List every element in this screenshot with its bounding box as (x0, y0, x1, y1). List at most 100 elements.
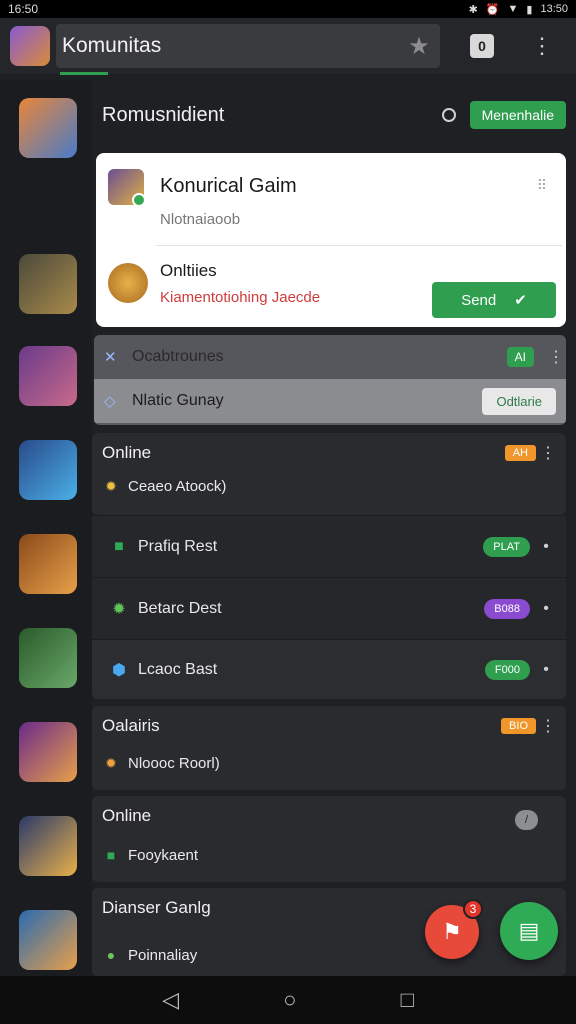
rail-server-4[interactable] (19, 440, 77, 500)
dot-icon[interactable]: • (542, 600, 550, 618)
rail-server-5[interactable] (19, 534, 77, 594)
group-row[interactable]: ✹ Ceaeo Atoock) (102, 477, 226, 495)
rail-server-2[interactable] (19, 254, 77, 314)
channel-row[interactable]: ◇ Nlatic Gunay Odtlarie (94, 379, 566, 423)
status-time: 16:50 (8, 2, 39, 16)
group-head: Online (102, 806, 152, 825)
item-pill: PLAT (483, 536, 530, 557)
main-panel: Romusnidient Menenhalie Konurical Gaim N… (92, 80, 576, 976)
list-item[interactable]: ■ Prafiq Rest PLAT • (92, 515, 566, 577)
community-card: Konurical Gaim Nlotnaiaoob ⠿ Onltiies Ki… (96, 153, 566, 327)
channel-label: Ocabtrounes (132, 348, 224, 365)
channel-list-grey: ✕ Ocabtrounes AI ⋮ ◇ Nlatic Gunay Odtlar… (94, 335, 566, 425)
system-nav-bar: ◁ ○ □ (0, 976, 576, 1024)
item-label: Prafiq Rest (138, 537, 218, 555)
group-head: Oalairis (102, 716, 160, 735)
item-label: Lcaoc Bast (138, 660, 218, 678)
toggle-switch[interactable]: / (514, 810, 538, 830)
send-label: Send (461, 291, 497, 309)
puzzle-icon: ■ (106, 847, 116, 863)
more-vert-icon[interactable]: ⋮ (540, 716, 556, 736)
app-title: Komunitas (62, 34, 162, 57)
app-bar: Komunitas ★ 0 ⋮ (0, 18, 576, 74)
chat-icon[interactable]: 0 (470, 34, 494, 58)
section-header: Romusnidient Menenhalie (102, 98, 566, 132)
card-divider (156, 245, 562, 246)
dot-icon[interactable]: • (542, 661, 550, 679)
shield-icon: ⬢ (112, 661, 126, 679)
notification-count: 3 (463, 899, 483, 919)
search-icon[interactable] (441, 108, 456, 122)
rail-server-7[interactable] (19, 722, 77, 782)
group-badge: AH (504, 445, 536, 461)
section-action-button[interactable]: Menenhalie (469, 101, 566, 129)
sun-icon: ✹ (105, 754, 117, 771)
group-row[interactable]: ✹ Nloooc Roorl) (102, 754, 220, 772)
rail-server-9[interactable] (19, 910, 77, 970)
bluetooth-icon: ✱ (468, 3, 478, 16)
alarm-icon: ⏰ (485, 3, 500, 16)
group-danser: Dianser Ganlg ● Poinnaliay (92, 888, 566, 976)
check-icon: ✔ (514, 292, 527, 309)
item-pill: B088 (484, 598, 530, 619)
channel-action-button[interactable]: Odtlarie (482, 387, 556, 415)
compose-fab[interactable]: ▤ (500, 902, 558, 960)
list-item[interactable]: ⬢ Lcaoc Bast F000 • (92, 639, 566, 699)
status-icons: ✱ ⏰ ▼ ▮ 13:50 (469, 3, 568, 16)
recents-icon[interactable]: □ (401, 987, 414, 1013)
game-icon: ■ (114, 537, 124, 555)
channel-row[interactable]: ✕ Ocabtrounes AI ⋮ (94, 335, 566, 379)
group-row[interactable]: ● Poinnaliay (102, 946, 197, 964)
group-badge: BIO (501, 718, 536, 734)
group-head: Dianser Ganlg (102, 898, 211, 917)
notification-fab[interactable]: ⚑ 3 (425, 899, 483, 959)
send-button[interactable]: Send ✔ (432, 282, 556, 318)
status-right-time: 13:50 (540, 3, 568, 15)
grip-icon[interactable]: ⠿ (537, 177, 548, 194)
group-row-label: Poinnaliay (128, 946, 198, 964)
group-online-1: Online AH ⋮ ✹ Ceaeo Atoock) (92, 433, 566, 515)
server-rail: ☗ (0, 80, 92, 976)
app-avatar[interactable] (10, 26, 50, 66)
app-title-field[interactable]: Komunitas ★ (56, 24, 440, 68)
wifi-icon: ▼ (507, 3, 519, 15)
gear-icon: ✹ (112, 600, 126, 618)
section-title: Romusnidient (102, 103, 225, 126)
more-vert-icon[interactable]: ⋮ (540, 443, 556, 463)
group-row-label: Ceaeo Atoock) (128, 477, 227, 495)
bookmark-icon: ⚑ (442, 919, 462, 944)
rail-server-1[interactable] (19, 98, 77, 158)
group-row-label: Nloooc Roorl) (128, 754, 220, 772)
item-pill: F000 (484, 659, 530, 680)
list-item[interactable]: ✹ Betarc Dest B088 • (92, 577, 566, 639)
sun-icon: ✹ (105, 477, 117, 494)
battery-icon: ▮ (526, 3, 533, 16)
group-online-2: Online / ■ Fooykaent (92, 796, 566, 882)
more-vert-icon[interactable]: ⋮ (530, 31, 554, 61)
card-bottom-title: Onltiies (160, 261, 217, 280)
star-icon[interactable]: ★ (404, 31, 434, 61)
rail-server-3[interactable] (19, 346, 77, 406)
group-oalairis: Oalairis BIO ⋮ ✹ Nloooc Roorl) (92, 706, 566, 790)
card-title: Konurical Gaim (160, 175, 297, 197)
more-vert-icon[interactable]: ⋮ (548, 347, 564, 367)
group-head: Online (102, 443, 152, 462)
back-icon[interactable]: ◁ (162, 987, 179, 1013)
rail-server-6[interactable] (19, 628, 77, 688)
channel-label: Nlatic Gunay (132, 392, 224, 409)
rail-server-8[interactable] (19, 816, 77, 876)
card-subtitle: Nlotnaiaoob (160, 211, 241, 228)
online-badge (132, 193, 146, 207)
card-bottom-avatar[interactable] (108, 263, 148, 303)
home-icon[interactable]: ○ (283, 987, 296, 1013)
item-label: Betarc Dest (138, 599, 222, 617)
app-bar-indicator (60, 72, 108, 75)
dot-icon[interactable]: • (542, 538, 550, 556)
group-row[interactable]: ■ Fooykaent (102, 846, 198, 864)
card-bottom-subtitle: Kiamentotiohing Jaecde (160, 289, 321, 306)
status-bar: 16:50 ✱ ⏰ ▼ ▮ 13:50 (0, 0, 576, 18)
note-icon: ▤ (518, 918, 540, 943)
channel-tag: AI (506, 347, 534, 367)
leaf-icon: ● (106, 947, 116, 963)
diamond-icon: ◇ (104, 393, 116, 410)
